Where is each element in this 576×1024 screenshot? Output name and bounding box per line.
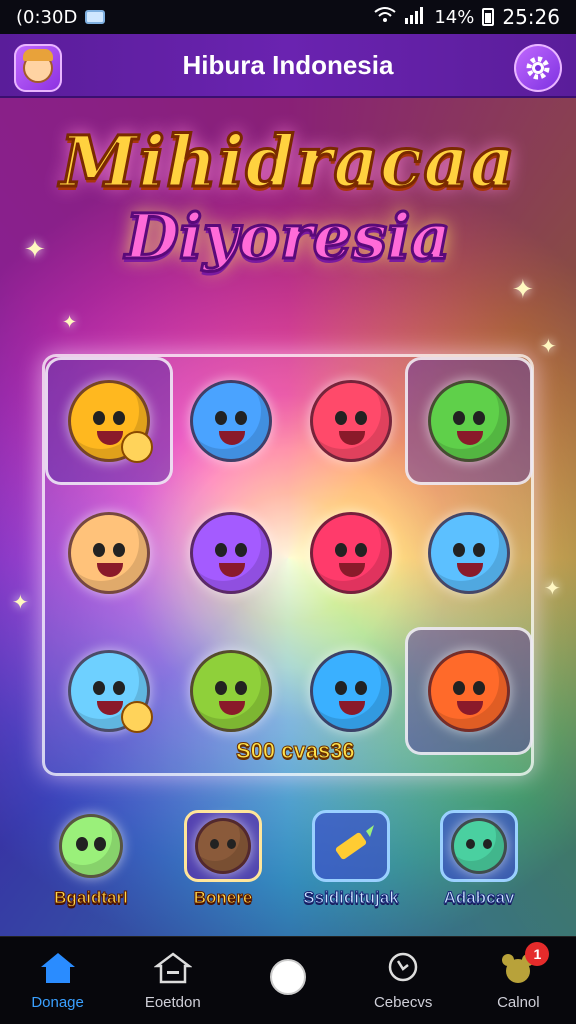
avatar-button[interactable] <box>14 44 62 92</box>
character-tile[interactable] <box>287 627 415 755</box>
feature-ssididitujak[interactable]: Ssididitujak <box>286 810 416 908</box>
bottom-nav: Donage Eoetdon Cebecvs 1 Calnol <box>0 936 576 1024</box>
settings-button[interactable] <box>514 44 562 92</box>
feature-icon <box>184 810 262 882</box>
character-tile[interactable] <box>167 489 295 617</box>
nav-item-calnol[interactable]: 1 Calnol <box>463 942 573 1011</box>
character-tile[interactable] <box>167 357 295 485</box>
status-right: 14% 25:26 <box>374 5 560 29</box>
creature-icon <box>310 650 392 732</box>
feature-icon <box>52 810 130 882</box>
battery-icon <box>482 8 495 26</box>
character-tile[interactable] <box>405 489 533 617</box>
character-tile[interactable] <box>405 627 533 755</box>
nav-item-donage[interactable]: Donage <box>3 950 113 1011</box>
feature-label: Adabcav <box>443 888 515 908</box>
nav-label: Eoetdon <box>144 994 201 1011</box>
sparkle-icon: ✦ <box>12 592 29 614</box>
nav-item-eoetdon[interactable]: Eoetdon <box>118 950 228 1011</box>
house-outline-icon <box>153 950 193 986</box>
status-left: (0:30D <box>16 6 106 28</box>
circle-home-button <box>268 958 308 995</box>
home-icon <box>38 950 78 986</box>
creature-icon <box>190 512 272 594</box>
sparkle-icon: ✦ <box>512 274 534 304</box>
character-grid <box>42 354 534 776</box>
coin-counter: S00 cvas36 <box>236 738 356 764</box>
sim-card-icon <box>85 10 106 24</box>
feature-bgaidtarl[interactable]: Bgaidtarl <box>26 810 156 908</box>
creature-icon <box>68 650 153 733</box>
character-tile[interactable] <box>45 357 173 485</box>
creature-icon <box>190 380 272 462</box>
feature-row: Bgaidtarl Bonere Ssididitujak Adabcav <box>0 810 576 920</box>
creature-icon <box>190 650 272 732</box>
nav-item-cebecvs[interactable]: Cebecvs <box>348 950 458 1011</box>
nav-label: Cebecvs <box>373 994 433 1011</box>
nav-label: Calnol <box>497 994 540 1011</box>
feature-label: Bonere <box>193 888 253 908</box>
sparkle-icon: ✦ <box>544 578 561 600</box>
feature-adabcav[interactable]: Adabcav <box>414 810 544 908</box>
sparkle-icon: ✦ <box>540 336 557 358</box>
nav-label: Donage <box>31 994 84 1011</box>
gear-icon <box>526 56 550 80</box>
game-logo-line-1: Mihidracaa <box>58 119 517 205</box>
game-stage: ✦ ✦ ✦ ✦ ✦ ✦ Mihidracaa Diyoresia S00 cva… <box>0 98 576 936</box>
status-bar: (0:30D 14% 25:26 <box>0 0 576 34</box>
creature-icon <box>68 512 150 594</box>
feature-icon <box>312 810 390 882</box>
creature-icon <box>428 512 510 594</box>
feature-label: Bgaidtarl <box>54 888 129 908</box>
nav-item-home-button[interactable] <box>233 958 343 1003</box>
battery-percent: 14% <box>434 6 475 28</box>
app-title: Hibura Indonesia <box>182 49 394 80</box>
creature-icon <box>310 380 392 462</box>
character-tile[interactable] <box>287 489 415 617</box>
creature-icon <box>59 814 123 878</box>
character-tile[interactable] <box>167 627 295 755</box>
feature-label: Ssididitujak <box>303 888 399 908</box>
creature-icon <box>428 650 510 732</box>
creature-icon <box>195 818 251 874</box>
status-left-text: (0:30D <box>16 6 78 28</box>
game-logo-line-2: Diyoresia <box>124 199 452 275</box>
search-icon <box>383 950 423 986</box>
crayon-icon <box>335 825 374 860</box>
feature-bonere[interactable]: Bonere <box>158 810 288 908</box>
creature-icon <box>428 380 510 462</box>
avatar-icon <box>23 49 53 83</box>
wifi-icon <box>374 6 396 29</box>
creature-icon <box>451 818 507 874</box>
character-tile[interactable] <box>405 357 533 485</box>
signal-icon <box>404 6 426 29</box>
character-tile[interactable] <box>287 357 415 485</box>
sparkle-icon: ✦ <box>62 312 78 332</box>
creature-icon <box>68 380 153 463</box>
character-tile[interactable] <box>45 489 173 617</box>
feature-icon <box>440 810 518 882</box>
app-bar: Hibura Indonesia <box>0 34 576 98</box>
creature-icon <box>310 512 392 594</box>
clock: 25:26 <box>502 5 560 29</box>
notification-badge: 1 <box>525 942 550 966</box>
character-tile[interactable] <box>45 627 173 755</box>
